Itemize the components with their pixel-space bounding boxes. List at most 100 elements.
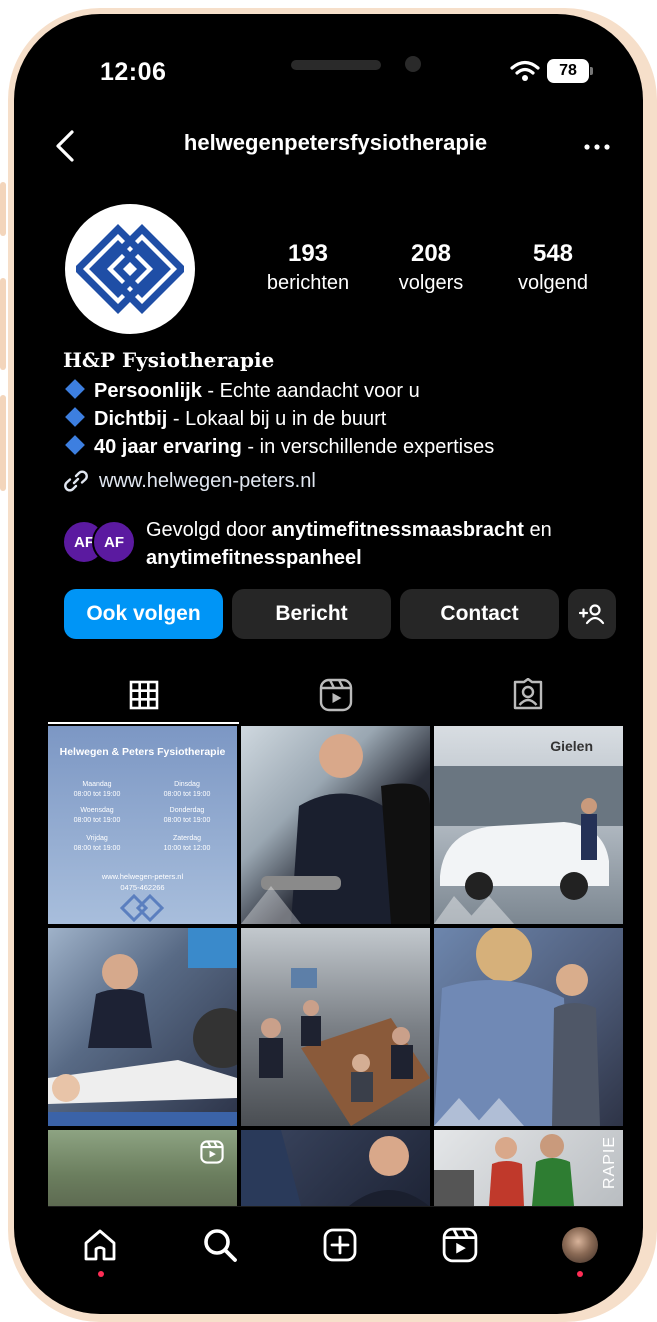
- post-thumbnail-training[interactable]: [241, 726, 430, 924]
- bottom-navigation: [48, 1206, 623, 1290]
- nav-home[interactable]: [78, 1223, 122, 1267]
- tab-posts-grid[interactable]: [48, 666, 239, 724]
- nav-create[interactable]: [318, 1223, 362, 1267]
- follower-avatar: AF: [92, 520, 136, 564]
- followed-by-user: anytimefitnesspanheel: [146, 547, 362, 569]
- hours-block: Donderdag 08:00 tot 19:00: [152, 806, 222, 826]
- grid-icon: [129, 680, 158, 710]
- side-button-volume-down: [0, 395, 6, 491]
- tab-reels[interactable]: [240, 666, 431, 724]
- blue-diamond-icon: [65, 435, 85, 455]
- hours-block: Zaterdag 10:00 tot 12:00: [152, 834, 222, 854]
- blue-diamond-icon: [65, 407, 85, 427]
- reels-nav-icon: [442, 1227, 478, 1263]
- profile-avatar[interactable]: [65, 204, 195, 334]
- stat-posts-label: berichten: [266, 272, 350, 294]
- back-arrow-icon[interactable]: [52, 128, 80, 164]
- front-camera: [405, 56, 421, 72]
- nav-profile[interactable]: [558, 1223, 602, 1267]
- hours-time: 08:00 tot 19:00: [73, 817, 121, 824]
- tab-tagged[interactable]: [432, 666, 623, 724]
- suggest-people-button[interactable]: [568, 589, 616, 639]
- hours-day: Dinsdag: [174, 781, 200, 788]
- hours-day: Woensdag: [80, 807, 114, 814]
- post-website: www.helwegen-peters.nl: [101, 872, 184, 881]
- bio-display-name: H&P Fysiotherapie: [63, 348, 275, 372]
- post-thumbnail-gym[interactable]: [434, 928, 623, 1126]
- active-tab-indicator: [48, 722, 239, 724]
- nav-reels[interactable]: [438, 1223, 482, 1267]
- profile-username: helwegenpetersfysiotherapie: [183, 130, 488, 155]
- photo-treatment-scene: [48, 928, 237, 1126]
- hours-time: 08:00 tot 19:00: [73, 845, 121, 852]
- posts-grid: Helwegen & Peters Fysiotherapie Maandag …: [48, 726, 623, 1206]
- hours-time: 10:00 tot 12:00: [163, 845, 211, 852]
- hours-day: Donderdag: [169, 807, 205, 814]
- home-icon: [84, 1229, 116, 1261]
- hours-day: Maandag: [82, 781, 112, 788]
- message-button[interactable]: Bericht: [232, 589, 391, 639]
- home-notification-dot: [98, 1271, 104, 1277]
- followed-by-conjunction: en: [523, 519, 552, 541]
- profile-tabs: [48, 666, 623, 724]
- side-button-volume-up: [0, 278, 6, 370]
- stat-following-value: 548: [532, 240, 574, 267]
- stat-followers-label: volgers: [398, 272, 464, 294]
- hours-block: Dinsdag 08:00 tot 19:00: [152, 780, 222, 800]
- post-phone: 0475-462266: [120, 883, 165, 892]
- followed-by-avatars[interactable]: AF AF: [62, 520, 142, 566]
- post-thumbnail-opening-hours[interactable]: Helwegen & Peters Fysiotherapie Maandag …: [48, 726, 237, 924]
- follow-back-button[interactable]: Ook volgen: [64, 589, 223, 639]
- bio-website-link[interactable]: www.helwegen-peters.nl: [63, 468, 316, 494]
- blue-diamond-icon: [65, 379, 85, 399]
- post-thumbnail-christmas[interactable]: RAPIE: [434, 1130, 623, 1206]
- more-options-icon[interactable]: [584, 144, 610, 150]
- bio-line-bold: Persoonlijk: [94, 380, 202, 402]
- create-post-icon: [323, 1228, 357, 1262]
- post-thumbnail-treatment[interactable]: [48, 928, 237, 1126]
- hours-day: Zaterdag: [172, 835, 202, 842]
- profile-notification-dot: [577, 1271, 583, 1277]
- bio-line-bold: Dichtbij: [94, 408, 168, 430]
- hours-time: 08:00 tot 19:00: [163, 791, 211, 798]
- stat-posts[interactable]: 193 berichten: [248, 240, 368, 295]
- hours-block: Vrijdag 08:00 tot 19:00: [62, 834, 132, 854]
- battery-tip: [590, 67, 593, 75]
- bio-line-text: - Lokaal bij u in de buurt: [167, 408, 387, 430]
- stat-followers[interactable]: 208 volgers: [371, 240, 491, 295]
- photo-meeting-scene: [259, 968, 430, 1126]
- stat-following[interactable]: 548 volgend: [493, 240, 613, 295]
- website-url: www.helwegen-peters.nl: [99, 469, 316, 492]
- followed-by-text[interactable]: Gevolgd door anytimefitnessmaasbracht en…: [146, 516, 616, 572]
- post-thumbnail-aerial-reel[interactable]: [48, 1130, 237, 1206]
- bio-line-text: - Echte aandacht voor u: [201, 380, 420, 402]
- hours-time: 08:00 tot 19:00: [163, 817, 211, 824]
- stat-following-label: volgend: [517, 272, 589, 294]
- logo-watermark-icon: [119, 894, 165, 922]
- link-icon: [64, 470, 88, 492]
- notch: [173, 44, 499, 90]
- photo-gym-scene: [434, 928, 600, 1126]
- status-time: 12:06: [100, 58, 167, 86]
- post-title: Helwegen & Peters Fysiotherapie: [59, 746, 226, 758]
- bio-line: Persoonlijk - Echte aandacht voor u: [63, 379, 420, 403]
- photo-car-scene: [434, 766, 623, 924]
- post-thumbnail-car[interactable]: Gielen: [434, 726, 623, 924]
- post-thumbnail-portrait[interactable]: [241, 1130, 430, 1206]
- post-thumbnail-meeting[interactable]: [241, 928, 430, 1126]
- bio-line-bold: 40 jaar ervaring: [94, 436, 242, 458]
- nav-search[interactable]: [198, 1223, 242, 1267]
- bio-line-text: - in verschillende expertises: [241, 436, 495, 458]
- bio-line: Dichtbij - Lokaal bij u in de buurt: [63, 407, 387, 431]
- search-icon: [204, 1229, 237, 1262]
- stat-followers-value: 208: [410, 240, 452, 267]
- side-button-mute: [0, 182, 6, 236]
- contact-button[interactable]: Contact: [400, 589, 559, 639]
- reel-indicator-icon: [200, 1140, 224, 1164]
- add-person-icon: [579, 604, 605, 625]
- reels-icon: [319, 678, 352, 712]
- followed-by-user: anytimefitnessmaasbracht: [271, 519, 524, 541]
- tagged-person-icon: [513, 678, 542, 710]
- side-watermark-text: RAPIE: [601, 1136, 618, 1190]
- speaker: [291, 60, 381, 70]
